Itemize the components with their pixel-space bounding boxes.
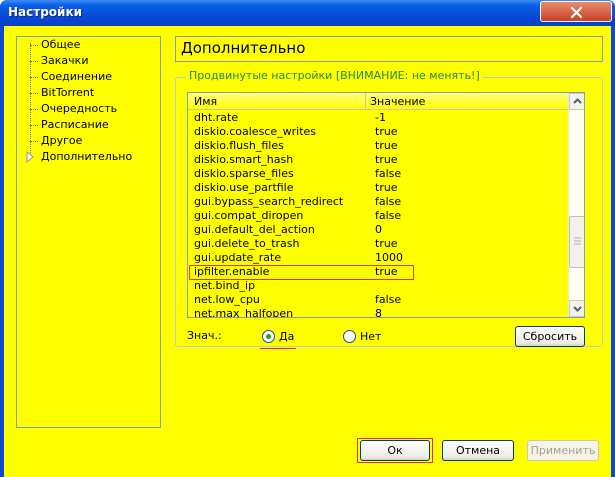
scroll-thumb[interactable] (569, 216, 584, 268)
row-name: diskio.sparse_files (194, 167, 294, 180)
reset-button[interactable]: Сбросить (515, 326, 585, 347)
table-row[interactable]: gui.compat_diropen false (188, 209, 568, 223)
row-name: gui.delete_to_trash (194, 237, 300, 250)
row-name: net.bind_ip (194, 279, 256, 292)
column-header-name[interactable]: Имя (188, 93, 366, 110)
settings-window: Настройки Общее Закачки Соединение BitTo… (0, 0, 615, 477)
table-row[interactable]: net.low_cpu false (188, 293, 568, 307)
row-name: gui.bypass_search_redirect (194, 195, 344, 208)
row-value: true (375, 125, 398, 138)
nav-item-advanced[interactable]: Дополнительно (41, 149, 132, 165)
radio-selected-dot (266, 334, 271, 339)
row-value: -1 (375, 111, 386, 124)
row-value: false (375, 209, 402, 222)
settings-nav-tree: Общее Закачки Соединение BitTorrent Очер… (16, 36, 161, 428)
nav-item-downloads[interactable]: Закачки (41, 53, 88, 69)
nav-item-connection[interactable]: Соединение (41, 69, 112, 85)
nav-item-bittorrent[interactable]: BitTorrent (41, 85, 94, 101)
close-button[interactable] (540, 1, 612, 22)
row-name: dht.rate (194, 111, 239, 124)
settings-list[interactable]: Имя Значение dht.rate -1 diskio.coalesce_… (187, 92, 585, 318)
table-row[interactable]: net.max_halfopen 8 (188, 307, 568, 318)
dialog-client: Общее Закачки Соединение BitTorrent Очер… (4, 26, 611, 477)
window-title: Настройки (8, 5, 83, 19)
radio-yes-label[interactable]: Да (279, 330, 294, 343)
vertical-scrollbar[interactable] (568, 93, 584, 317)
row-value: 1000 (375, 251, 403, 264)
nav-item-other[interactable]: Другое (41, 133, 82, 149)
scroll-up-button[interactable] (569, 93, 584, 110)
table-row[interactable]: diskio.use_partfile true (188, 181, 568, 195)
chevron-down-icon (573, 306, 582, 312)
ok-button[interactable]: Ок (360, 440, 430, 461)
row-name: diskio.flush_files (194, 139, 284, 152)
row-value: true (375, 153, 398, 166)
row-value: false (375, 195, 402, 208)
row-value: 0 (375, 223, 382, 236)
row-value: 8 (375, 307, 382, 318)
cancel-button[interactable]: Отмена (442, 440, 514, 461)
table-row-selected[interactable]: ipfilter.enable true (188, 265, 568, 280)
row-name: gui.default_del_action (194, 223, 315, 236)
selection-underline (260, 348, 296, 349)
title-bar[interactable]: Настройки (0, 0, 615, 26)
close-icon (570, 6, 583, 19)
row-value: false (375, 167, 402, 180)
table-row[interactable]: diskio.flush_files true (188, 139, 568, 153)
row-name: gui.compat_diropen (194, 209, 304, 222)
table-row[interactable]: gui.delete_to_trash true (188, 237, 568, 251)
nav-item-queueing[interactable]: Очередность (41, 101, 117, 117)
row-value: true (375, 181, 398, 194)
selected-arrow-icon (26, 151, 34, 163)
scroll-down-button[interactable] (569, 300, 584, 317)
table-row[interactable]: diskio.sparse_files false (188, 167, 568, 181)
table-row[interactable]: dht.rate -1 (188, 111, 568, 125)
row-name: net.low_cpu (194, 293, 260, 306)
radio-yes[interactable] (262, 330, 275, 343)
table-row[interactable]: net.bind_ip (188, 279, 568, 293)
table-row[interactable]: gui.update_rate 1000 (188, 251, 568, 265)
row-value: true (375, 139, 398, 152)
page-title: Дополнительно (181, 39, 306, 57)
group-title: Продвинутые настройки [ВНИМАНИЕ: не меня… (186, 69, 483, 82)
page-header: Дополнительно (175, 36, 603, 62)
nav-item-scheduler[interactable]: Расписание (41, 117, 109, 133)
list-header: Имя Значение (188, 93, 568, 110)
radio-no[interactable] (343, 330, 356, 343)
column-header-value[interactable]: Значение (370, 93, 425, 110)
chevron-up-icon (573, 98, 582, 104)
nav-item-general[interactable]: Общее (41, 37, 80, 53)
row-value: false (375, 293, 402, 306)
apply-button[interactable]: Применить (527, 440, 599, 461)
row-value: true (375, 265, 398, 278)
grip-icon (574, 237, 581, 245)
table-row[interactable]: diskio.smart_hash true (188, 153, 568, 167)
value-label: Знач.: (187, 329, 222, 342)
row-name: diskio.coalesce_writes (194, 125, 317, 138)
row-name: diskio.use_partfile (194, 181, 294, 194)
row-value: true (375, 237, 398, 250)
radio-no-label[interactable]: Нет (360, 330, 381, 343)
table-row[interactable]: gui.bypass_search_redirect false (188, 195, 568, 209)
table-row[interactable]: gui.default_del_action 0 (188, 223, 568, 237)
row-name: gui.update_rate (194, 251, 282, 264)
row-name: ipfilter.enable (194, 265, 270, 278)
row-name: net.max_halfopen (194, 307, 294, 318)
row-name: diskio.smart_hash (194, 153, 294, 166)
table-row[interactable]: diskio.coalesce_writes true (188, 125, 568, 139)
